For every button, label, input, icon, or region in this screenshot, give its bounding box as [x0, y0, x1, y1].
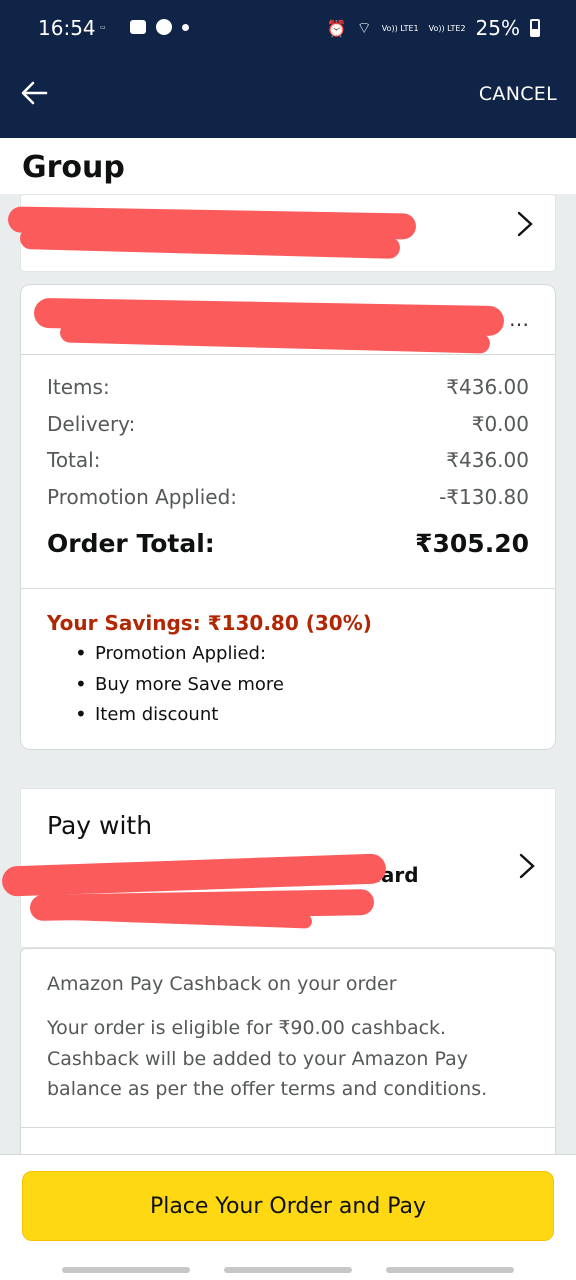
list-item: Buy more Save more	[75, 672, 284, 705]
cashback-description: Your order is eligible for ₹90.00 cashba…	[47, 1017, 488, 1100]
sim1-signal-icon: Vo)) LTE1	[381, 23, 419, 33]
status-time: 16:54	[38, 16, 96, 40]
price-row-total: Total: ₹436.00	[47, 448, 529, 485]
system-icons: ⏰ ⌔ Vo)) LTE1 Vo)) LTE2 25%	[327, 16, 540, 40]
price-breakdown: Items: ₹436.00 Delivery: ₹0.00 Total: ₹4…	[47, 375, 529, 521]
checkout-content[interactable]: Group … Items: ₹436.00 Delivery: ₹0.00 T…	[0, 138, 576, 1154]
cancel-button[interactable]: CANCEL	[479, 83, 557, 105]
pay-with-title: Pay with	[47, 811, 153, 840]
price-row-promotion: Promotion Applied: -₹130.80	[47, 485, 529, 522]
page-title: Group	[22, 150, 125, 185]
order-summary-card: … Items: ₹436.00 Delivery: ₹0.00 Total: …	[20, 284, 556, 750]
honda-icon: ▭	[100, 23, 106, 31]
app-bar: CANCEL	[0, 58, 576, 138]
chat-icon	[130, 20, 146, 34]
price-value: ₹0.00	[471, 411, 529, 436]
item-name-ellipsis: …	[509, 307, 529, 331]
battery-percent: 25%	[475, 16, 520, 40]
list-item: Promotion Applied:	[75, 641, 284, 674]
bottom-action-bar: Place Your Order and Pay	[0, 1154, 576, 1280]
alarm-icon: ⏰	[326, 18, 347, 38]
notification-icons: ▭	[100, 19, 189, 35]
price-value: ₹436.00	[446, 375, 529, 399]
app-notification-icon	[156, 19, 172, 35]
nav-home-button[interactable]	[224, 1267, 352, 1273]
price-label: Delivery:	[47, 411, 136, 436]
arrow-left-icon	[21, 81, 48, 105]
savings-summary: Your Savings: ₹130.80 (30%)	[47, 611, 372, 635]
savings-list: Promotion Applied: Buy more Save more It…	[75, 641, 284, 735]
more-notifications-dot	[182, 23, 189, 31]
nav-recents-button[interactable]	[62, 1267, 190, 1273]
cashback-card: Amazon Pay Cashback on your order Your o…	[20, 948, 556, 1128]
back-button[interactable]	[20, 78, 60, 118]
price-row-items: Items: ₹436.00	[47, 375, 529, 412]
price-row-delivery: Delivery: ₹0.00	[47, 412, 529, 449]
battery-icon	[530, 19, 540, 37]
divider	[21, 588, 555, 589]
sim2-signal-icon: Vo)) LTE2	[428, 23, 466, 33]
order-total-label: Order Total:	[47, 529, 215, 558]
wifi-icon: ⌔	[356, 18, 372, 37]
price-label: Promotion Applied:	[47, 484, 238, 509]
price-value: ₹436.00	[446, 448, 529, 472]
chevron-right-icon	[519, 853, 535, 886]
next-section-edge	[20, 1128, 556, 1154]
price-label: Items:	[47, 375, 110, 399]
group-header: Group	[0, 138, 576, 194]
order-total-row: Order Total: ₹305.20	[47, 529, 529, 558]
price-label: Total:	[47, 448, 101, 472]
order-total-value: ₹305.20	[415, 529, 529, 558]
status-bar: 16:54 ▭ ⏰ ⌔ Vo)) LTE1 Vo)) LTE2 25%	[0, 0, 576, 58]
cashback-title: Amazon Pay Cashback on your order	[47, 973, 397, 995]
place-order-button[interactable]: Place Your Order and Pay	[22, 1171, 554, 1241]
chevron-right-icon	[517, 211, 533, 244]
nav-back-button[interactable]	[386, 1267, 514, 1273]
list-item: Item discount	[75, 702, 284, 735]
price-value: -₹130.80	[439, 484, 529, 509]
